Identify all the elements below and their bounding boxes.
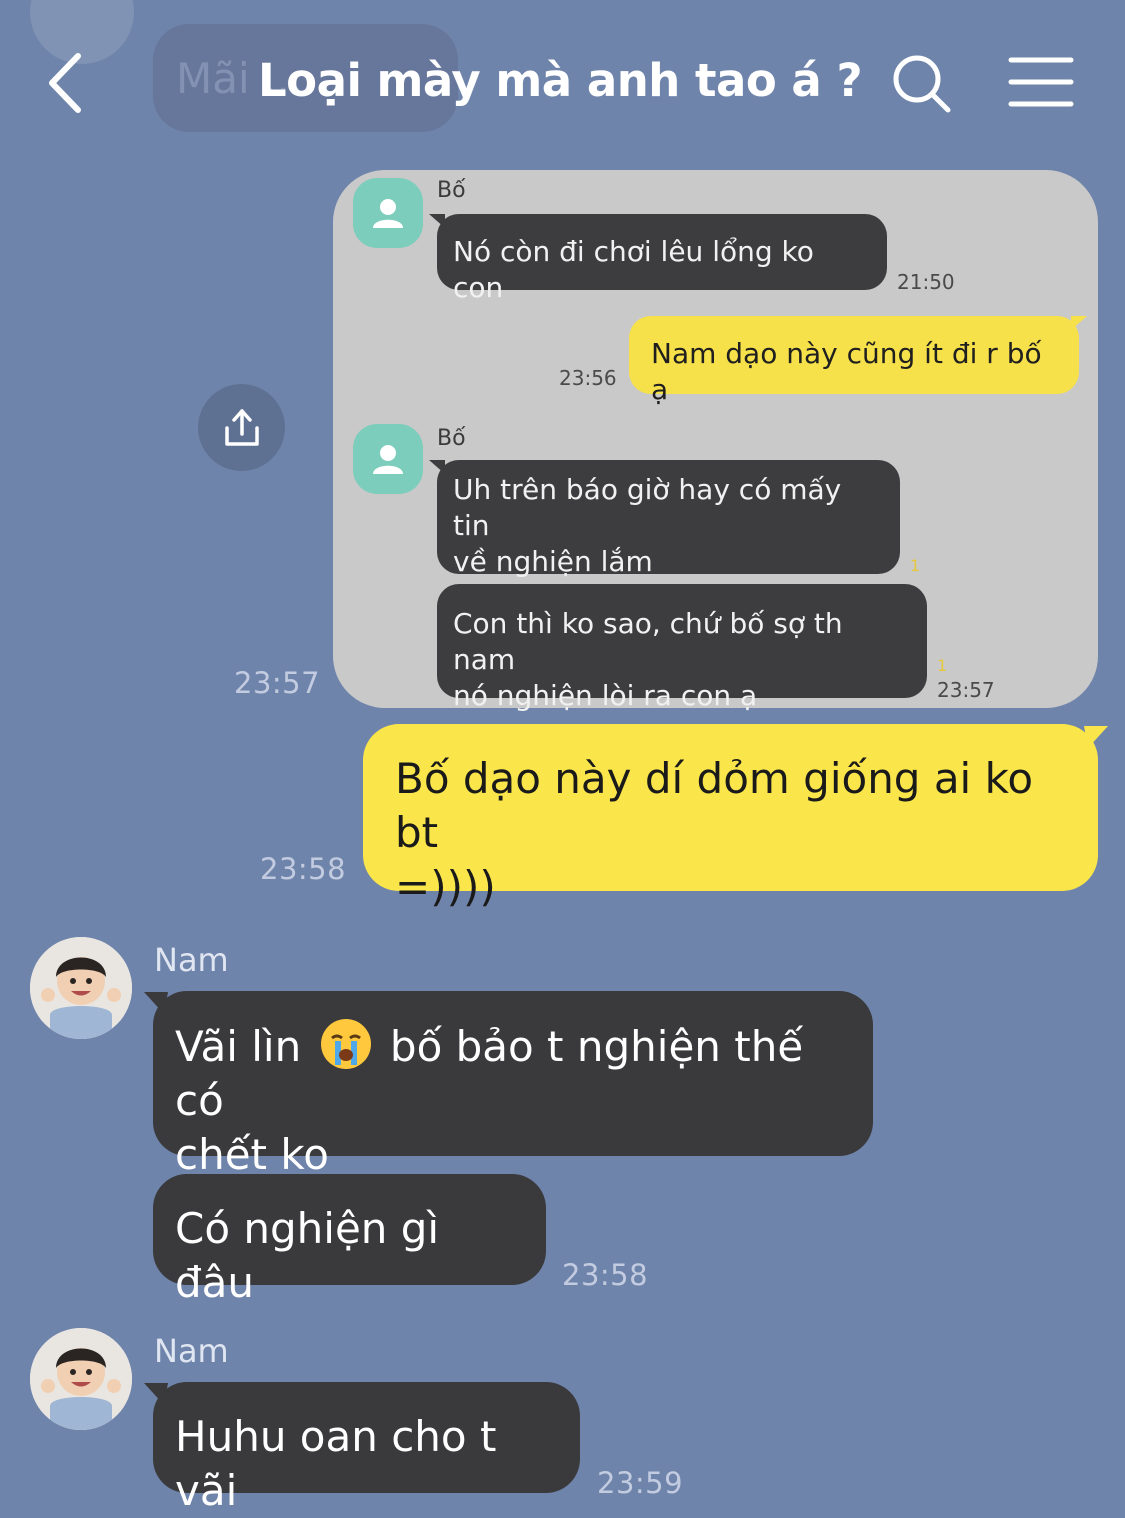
message-bubble: Nam dạo này cũng ít đi r bố ạ xyxy=(629,316,1079,406)
shared-screenshot-message[interactable]: Bố Nó còn đi chơi lêu lổng ko con 21:50 … xyxy=(333,170,1098,712)
search-icon xyxy=(893,55,951,113)
unread-count: 1 xyxy=(910,556,921,575)
message-bubble[interactable]: Có nghiện gì đâu xyxy=(153,1174,546,1307)
message-text: Con thì ko sao, chứ bố sợ th nam xyxy=(453,607,843,676)
child-photo xyxy=(30,1328,132,1430)
menu-button[interactable] xyxy=(1008,56,1074,108)
message-text: Có nghiện gì đâu xyxy=(175,1204,440,1307)
bubble-tail xyxy=(1084,726,1108,748)
child-photo xyxy=(30,937,132,1039)
sender-name: Bố xyxy=(437,426,466,451)
default-avatar-icon xyxy=(353,178,423,248)
message-bubble: Con thì ko sao, chứ bố sợ th nam nó nghi… xyxy=(437,584,927,712)
chat-title: Loại mày mà anh tao á ? xyxy=(258,54,863,107)
message-text: Nam dạo này cũng ít đi r bố ạ xyxy=(651,337,1042,406)
avatar[interactable] xyxy=(30,1328,132,1430)
message-text: Nó còn đi chơi lêu lổng ko con xyxy=(453,235,814,304)
message-text: Bố dạo này dí dỏm giống ai ko bt xyxy=(395,754,1034,857)
sender-name: Bố xyxy=(437,178,466,203)
search-button[interactable] xyxy=(890,52,954,116)
unread-count: 1 xyxy=(937,656,948,675)
message-text: =)))) xyxy=(395,862,496,911)
message-text: về nghiện lắm xyxy=(453,545,653,578)
message-bubble[interactable]: Huhu oan cho t vãi xyxy=(153,1382,580,1515)
message-time: 23:56 xyxy=(559,366,617,390)
message-text: Uh trên báo giờ hay có mấy tin xyxy=(453,473,842,542)
share-button[interactable] xyxy=(198,384,285,471)
chat-header: Mãi ... Loại mày mà anh tao á ? xyxy=(0,0,1125,150)
message-time: 23:57 xyxy=(234,666,321,700)
crying-face-emoji-icon xyxy=(320,1019,371,1069)
message-time: 23:58 xyxy=(260,852,347,886)
message-text: Vãi lìn xyxy=(175,1022,302,1071)
bubble-tail xyxy=(1071,316,1087,330)
sender-name: Nam xyxy=(154,1332,229,1370)
chevron-left-icon xyxy=(49,53,81,113)
message-bubble[interactable]: Bố dạo này dí dỏm giống ai ko bt =)))) xyxy=(363,724,1098,911)
message-time: 23:57 xyxy=(937,678,995,702)
message-time: 23:58 xyxy=(562,1258,649,1292)
message-bubble: Nó còn đi chơi lêu lổng ko con xyxy=(437,214,887,304)
message-text: Huhu oan cho t vãi xyxy=(175,1412,497,1515)
default-avatar-icon xyxy=(353,424,423,494)
share-icon xyxy=(224,408,259,446)
sender-name: Nam xyxy=(154,941,229,979)
hamburger-menu-icon xyxy=(1008,57,1074,107)
back-button[interactable] xyxy=(40,48,100,118)
message-text: nó nghiện lòi ra con ạ xyxy=(453,679,758,712)
message-time: 23:59 xyxy=(597,1466,684,1500)
avatar[interactable] xyxy=(30,937,132,1039)
message-bubble: Uh trên báo giờ hay có mấy tin về nghiện… xyxy=(437,460,900,578)
message-bubble[interactable]: Vãi lìn bố bảo t nghiện thế có chết ko xyxy=(153,991,873,1179)
message-time: 21:50 xyxy=(897,270,955,294)
